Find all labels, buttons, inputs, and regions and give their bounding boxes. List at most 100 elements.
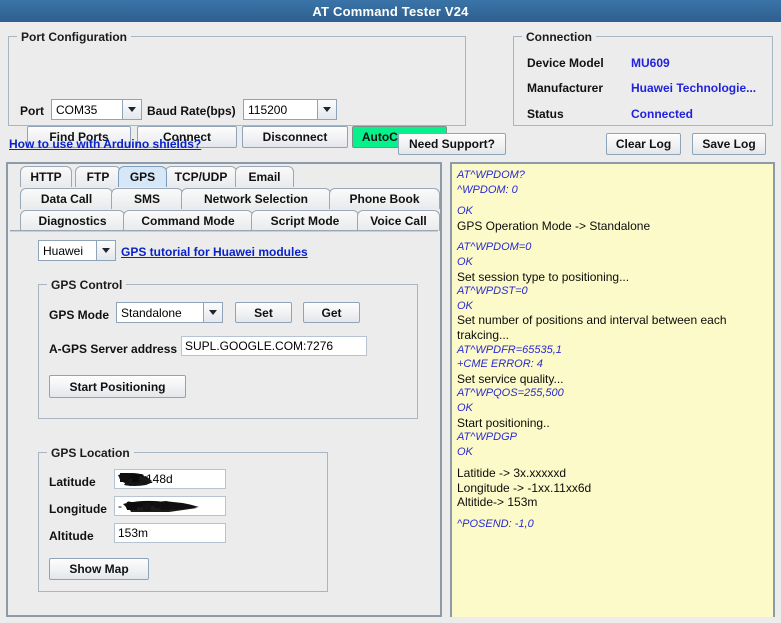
tab-data-call-label: Data Call bbox=[40, 192, 93, 206]
tab-http[interactable]: HTTP bbox=[20, 166, 72, 187]
latitude-field[interactable]: 148d bbox=[114, 469, 226, 489]
tab-network-selection-label: Network Selection bbox=[203, 192, 309, 206]
latitude-label: Latitude bbox=[49, 475, 96, 489]
chevron-down-icon[interactable] bbox=[96, 241, 115, 260]
chevron-down-icon[interactable] bbox=[203, 303, 222, 322]
arduino-shields-link[interactable]: How to use with Arduino shields? bbox=[9, 137, 201, 151]
start-positioning-button[interactable]: Start Positioning bbox=[49, 375, 186, 398]
manufacturer-value: Huawei Technologie... bbox=[631, 81, 757, 95]
main-tab-panel: HTTP FTP GPS TCP/UDP Email Data Call SMS… bbox=[6, 162, 442, 617]
tab-sms[interactable]: SMS bbox=[111, 188, 183, 209]
longitude-label: Longitude bbox=[49, 502, 107, 516]
tab-diagnostics-label: Diagnostics bbox=[38, 214, 107, 228]
tab-command-mode[interactable]: Command Mode bbox=[123, 210, 253, 231]
gps-control-panel: GPS Control GPS Mode Standalone Set Get … bbox=[38, 278, 418, 419]
chevron-down-icon[interactable] bbox=[122, 100, 141, 119]
port-configuration-panel: Port Configuration Port COM35 Baud Rate(… bbox=[8, 30, 466, 148]
altitude-label: Altitude bbox=[49, 529, 94, 543]
log-command-line: ^WPDOM: 0 bbox=[457, 183, 518, 196]
agps-server-label: A-GPS Server address bbox=[49, 342, 178, 356]
tab-content-divider bbox=[10, 230, 438, 232]
window-bottom-edge bbox=[0, 617, 781, 623]
log-message-line: Start positioning.. bbox=[457, 415, 550, 430]
tab-phone-book-label: Phone Book bbox=[349, 192, 420, 206]
tab-row-1: HTTP FTP GPS TCP/UDP Email bbox=[10, 166, 442, 187]
log-command-line: AT^WPQOS=255,500 bbox=[457, 387, 564, 400]
baud-rate-select[interactable]: 115200 bbox=[243, 99, 337, 120]
log-output-text: AT^WPDOM? ^WPDOM: 0 OK GPS Operation Mode -… bbox=[457, 168, 768, 532]
tab-row-2: Data Call SMS Network Selection Phone Bo… bbox=[10, 188, 442, 209]
tab-gps[interactable]: GPS bbox=[118, 166, 167, 187]
tab-network-selection[interactable]: Network Selection bbox=[181, 188, 331, 209]
tab-tcp-udp[interactable]: TCP/UDP bbox=[165, 166, 237, 187]
log-message-line: Longitude -> -1xx.11xx6d bbox=[457, 480, 592, 495]
log-message-line: Set service quality... bbox=[457, 371, 564, 386]
gps-control-legend: GPS Control bbox=[47, 278, 127, 292]
log-command-line: AT^WPDFR=65535,1 bbox=[457, 343, 562, 356]
tab-gps-label: GPS bbox=[129, 170, 156, 184]
need-support-button[interactable]: Need Support? bbox=[398, 133, 506, 155]
connection-panel: Connection Device Model MU609 Manufactur… bbox=[513, 30, 773, 126]
tab-data-call[interactable]: Data Call bbox=[20, 188, 113, 209]
log-command-line: AT^WPDST=0 bbox=[457, 285, 528, 298]
port-configuration-legend: Port Configuration bbox=[17, 30, 131, 44]
window-title-bar: AT Command Tester V24 bbox=[0, 0, 781, 22]
log-blank-line bbox=[457, 459, 768, 466]
log-blank-line bbox=[457, 233, 768, 240]
baud-rate-label: Baud Rate(bps) bbox=[147, 104, 236, 118]
tab-row-3: Diagnostics Command Mode Script Mode Voi… bbox=[10, 210, 442, 231]
gps-mode-select-value: Standalone bbox=[117, 303, 203, 322]
log-command-line: OK bbox=[457, 401, 473, 414]
log-message-line: Altitide-> 153m bbox=[457, 495, 538, 510]
tab-diagnostics[interactable]: Diagnostics bbox=[20, 210, 125, 231]
gps-tutorial-link[interactable]: GPS tutorial for Huawei modules bbox=[121, 245, 308, 259]
tab-ftp-label: FTP bbox=[86, 170, 110, 184]
gps-mode-select[interactable]: Standalone bbox=[116, 302, 223, 323]
window-title: AT Command Tester V24 bbox=[312, 3, 469, 19]
tab-command-mode-label: Command Mode bbox=[141, 214, 235, 228]
gps-mode-set-button[interactable]: Set bbox=[235, 302, 292, 323]
port-label: Port bbox=[20, 104, 44, 118]
show-map-button[interactable]: Show Map bbox=[49, 558, 149, 580]
tab-ftp[interactable]: FTP bbox=[75, 166, 121, 187]
log-command-line: OK bbox=[457, 205, 473, 218]
altitude-field[interactable]: 153m bbox=[114, 523, 226, 543]
log-output-panel[interactable]: AT^WPDOM? ^WPDOM: 0 OK GPS Operation Mode -… bbox=[450, 162, 775, 623]
tab-phone-book[interactable]: Phone Book bbox=[329, 188, 440, 209]
save-log-button[interactable]: Save Log bbox=[692, 133, 766, 155]
gps-mode-get-button[interactable]: Get bbox=[303, 302, 360, 323]
clear-log-button[interactable]: Clear Log bbox=[606, 133, 681, 155]
log-command-line: AT^WPDOM? bbox=[457, 169, 525, 181]
longitude-value: - 6d bbox=[118, 499, 139, 513]
chevron-down-icon[interactable] bbox=[317, 100, 336, 119]
status-label: Status bbox=[527, 107, 564, 121]
log-command-line: OK bbox=[457, 299, 473, 312]
longitude-field[interactable]: - 6d bbox=[114, 496, 226, 516]
port-select[interactable]: COM35 bbox=[51, 99, 142, 120]
connection-legend: Connection bbox=[522, 30, 596, 44]
baud-rate-select-value: 115200 bbox=[244, 100, 317, 119]
tab-voice-call[interactable]: Voice Call bbox=[357, 210, 440, 231]
log-message-line: Set number of positions and interval bet… bbox=[457, 313, 730, 342]
device-model-value: MU609 bbox=[631, 56, 670, 70]
log-command-line: OK bbox=[457, 255, 473, 268]
status-value: Connected bbox=[631, 107, 694, 121]
device-model-label: Device Model bbox=[527, 56, 604, 70]
log-command-line: AT^WPDGP bbox=[457, 431, 517, 444]
tab-voice-call-label: Voice Call bbox=[370, 214, 427, 228]
log-blank-line bbox=[457, 510, 768, 517]
tab-script-mode[interactable]: Script Mode bbox=[251, 210, 359, 231]
log-message-line: GPS Operation Mode -> Standalone bbox=[457, 218, 651, 233]
vendor-select-value: Huawei bbox=[39, 241, 96, 260]
tab-tcp-udp-label: TCP/UDP bbox=[174, 170, 228, 184]
gps-location-panel: GPS Location Latitude 148d Longitude - 6… bbox=[38, 446, 328, 592]
gps-mode-label: GPS Mode bbox=[49, 308, 110, 322]
tab-email[interactable]: Email bbox=[235, 166, 294, 187]
log-command-line: AT^WPDOM=0 bbox=[457, 241, 532, 254]
vendor-select[interactable]: Huawei bbox=[38, 240, 116, 261]
log-blank-line bbox=[457, 197, 768, 204]
agps-server-input[interactable]: SUPL.GOOGLE.COM:7276 bbox=[181, 336, 367, 356]
tab-http-label: HTTP bbox=[30, 170, 62, 184]
log-message-line: Set session type to positioning... bbox=[457, 269, 630, 284]
disconnect-button[interactable]: Disconnect bbox=[242, 126, 348, 148]
